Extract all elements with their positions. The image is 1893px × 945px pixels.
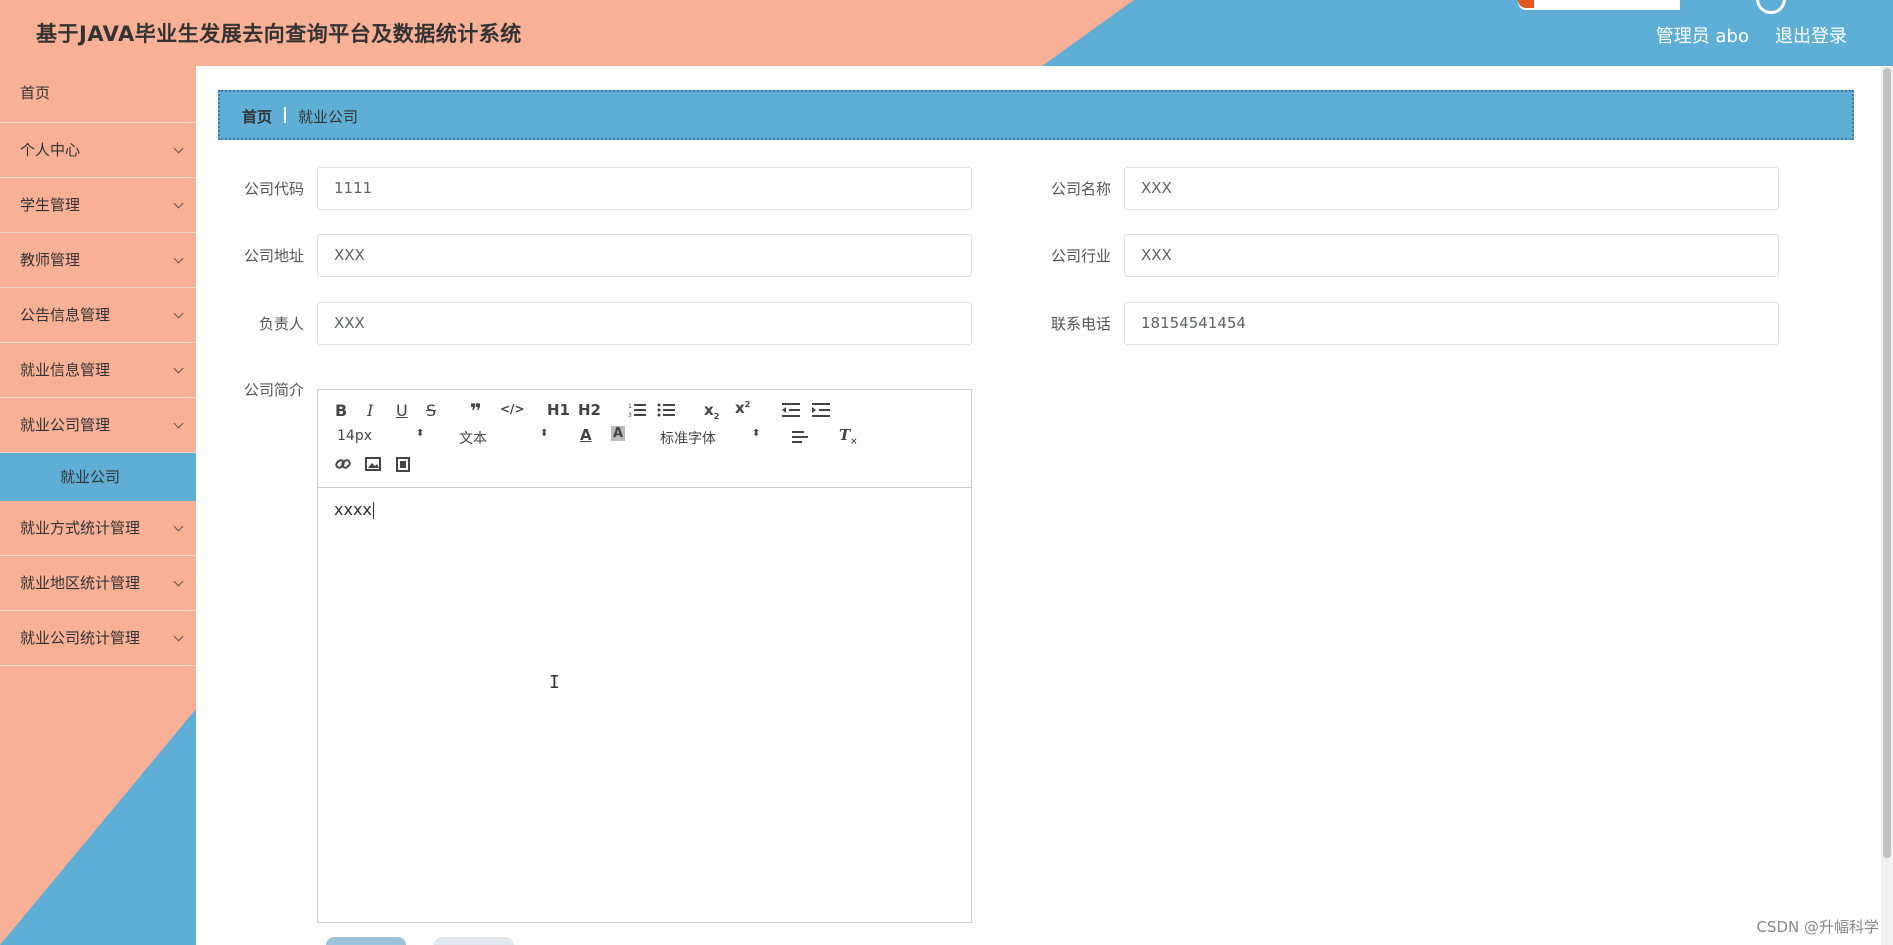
sidebar-item-notice-management[interactable]: 公告信息管理 [0,288,196,343]
font-family-select[interactable]: 标准字体 [660,428,716,448]
company-name-input[interactable]: XXX [1124,167,1779,210]
company-name-label: 公司名称 [1050,180,1111,198]
sidebar-item-employment-company-stats[interactable]: 就业公司统计管理 [0,611,196,666]
chevron-down-icon [173,576,184,587]
sidebar-item-employment-company-management[interactable]: 就业公司管理 [0,398,196,453]
subscript-icon[interactable]: x2 [704,401,719,421]
text-cursor-icon: I [549,672,560,693]
app-title: 基于JAVA毕业生发展去向查询平台及数据统计系统 [36,22,522,46]
font-size-arrows-icon: ⬍ [416,428,425,439]
sidebar-subitem-employment-company[interactable]: 就业公司 [0,453,196,501]
company-code-input[interactable]: 1111 [317,167,972,210]
rich-text-editor: B I U S ❞ </> H1 H2 13 x2 x2 14px ⬍ 文本 ⬍… [317,389,972,923]
company-code-label: 公司代码 [243,180,304,198]
sidebar-item-employment-info-management[interactable]: 就业信息管理 [0,343,196,398]
text-caret [372,502,374,519]
breadcrumb-home[interactable]: 首页 [242,106,272,127]
ordered-list-icon[interactable]: 13 [628,402,646,418]
sidebar-item-label: 教师管理 [20,251,81,269]
sidebar-item-home[interactable]: 首页 [0,66,196,123]
sidebar-item-employment-method-stats[interactable]: 就业方式统计管理 [0,501,196,556]
strikethrough-icon[interactable]: S [426,401,436,420]
align-icon[interactable] [792,430,808,444]
bold-icon[interactable]: B [335,401,347,420]
indent-icon[interactable] [812,402,830,418]
chevron-down-icon [173,253,184,264]
editor-text: xxxx [334,500,372,519]
page-scrollbar[interactable] [1881,66,1893,945]
chevron-down-icon [173,418,184,429]
sidebar-item-teacher-management[interactable]: 教师管理 [0,233,196,288]
font-size-select[interactable]: 14px [337,428,372,444]
breadcrumb-separator [284,107,286,123]
sidebar-item-personal-center[interactable]: 个人中心 [0,123,196,178]
sidebar-item-label: 就业信息管理 [20,361,111,379]
sidebar-item-label: 首页 [20,84,51,102]
sidebar-item-label: 公告信息管理 [20,306,111,324]
current-user: 管理员 abo [1655,26,1749,47]
company-address-input[interactable]: XXX [317,234,972,277]
header-select-arrows-icon: ⬍ [540,428,549,439]
company-address-label: 公司地址 [243,247,304,265]
sidebar-item-label: 就业公司统计管理 [20,629,141,647]
chevron-down-icon [173,363,184,374]
font-family-arrows-icon: ⬍ [752,428,761,439]
sidebar-item-label: 就业方式统计管理 [20,519,141,537]
editor-content[interactable]: xxxx [318,488,971,531]
clear-format-icon[interactable]: T× [839,426,858,447]
svg-text:1: 1 [628,403,632,410]
sidebar-item-label: 就业公司管理 [20,416,111,434]
sidebar-decoration [0,709,196,945]
code-block-icon[interactable]: </> [500,402,525,416]
header-1-icon[interactable]: H1 [547,401,570,419]
company-industry-label: 公司行业 [1050,247,1111,265]
editor-toolbar: B I U S ❞ </> H1 H2 13 x2 x2 14px ⬍ 文本 ⬍… [318,390,971,488]
svg-text:3: 3 [628,412,632,418]
sidebar-item-label: 就业地区统计管理 [20,574,141,592]
person-in-charge-label: 负责人 [258,315,304,333]
sidebar-item-student-management[interactable]: 学生管理 [0,178,196,233]
person-in-charge-input[interactable]: XXX [317,302,972,345]
breadcrumb-current: 就业公司 [298,108,359,126]
italic-icon[interactable]: I [367,401,373,420]
blockquote-icon[interactable]: ❞ [470,399,482,423]
top-header: 基于JAVA毕业生发展去向查询平台及数据统计系统 管理员 abo 退出登录 [0,0,1893,66]
sidebar-item-label: 个人中心 [20,141,81,159]
superscript-icon[interactable]: x2 [735,399,750,417]
contact-phone-input[interactable]: 18154541454 [1124,302,1779,345]
video-icon[interactable] [396,457,410,472]
company-intro-label: 公司简介 [243,381,304,399]
header-2-icon[interactable]: H2 [578,401,601,419]
sidebar-item-employment-region-stats[interactable]: 就业地区统计管理 [0,556,196,611]
breadcrumb: 首页 就业公司 [218,90,1854,140]
cancel-button[interactable] [434,937,514,945]
scrollbar-thumb[interactable] [1883,68,1891,858]
chevron-down-icon [173,143,184,154]
bullet-list-icon[interactable] [657,402,675,418]
company-industry-input[interactable]: XXX [1124,234,1779,277]
chevron-down-icon [173,521,184,532]
chevron-down-icon [173,198,184,209]
background-color-icon[interactable]: A [611,426,626,441]
header-ad-strip [1518,0,1680,10]
link-icon[interactable] [335,456,351,472]
logout-link[interactable]: 退出登录 [1775,22,1847,48]
watermark: CSDN @升幅科学 [1756,918,1879,936]
chevron-down-icon [173,308,184,319]
underline-icon[interactable]: U [396,401,408,420]
sidebar-item-label: 学生管理 [20,196,81,214]
sidebar: 首页 个人中心 学生管理 教师管理 公告信息管理 就业信息管理 就业公司管理 就… [0,66,196,945]
chevron-down-icon [173,631,184,642]
header-ad-circle-icon [1756,0,1786,14]
header-select[interactable]: 文本 [459,428,487,448]
font-color-icon[interactable]: A [580,426,592,444]
contact-phone-label: 联系电话 [1050,315,1111,333]
outdent-icon[interactable] [782,402,800,418]
submit-button[interactable] [326,937,406,945]
image-icon[interactable] [365,457,381,471]
